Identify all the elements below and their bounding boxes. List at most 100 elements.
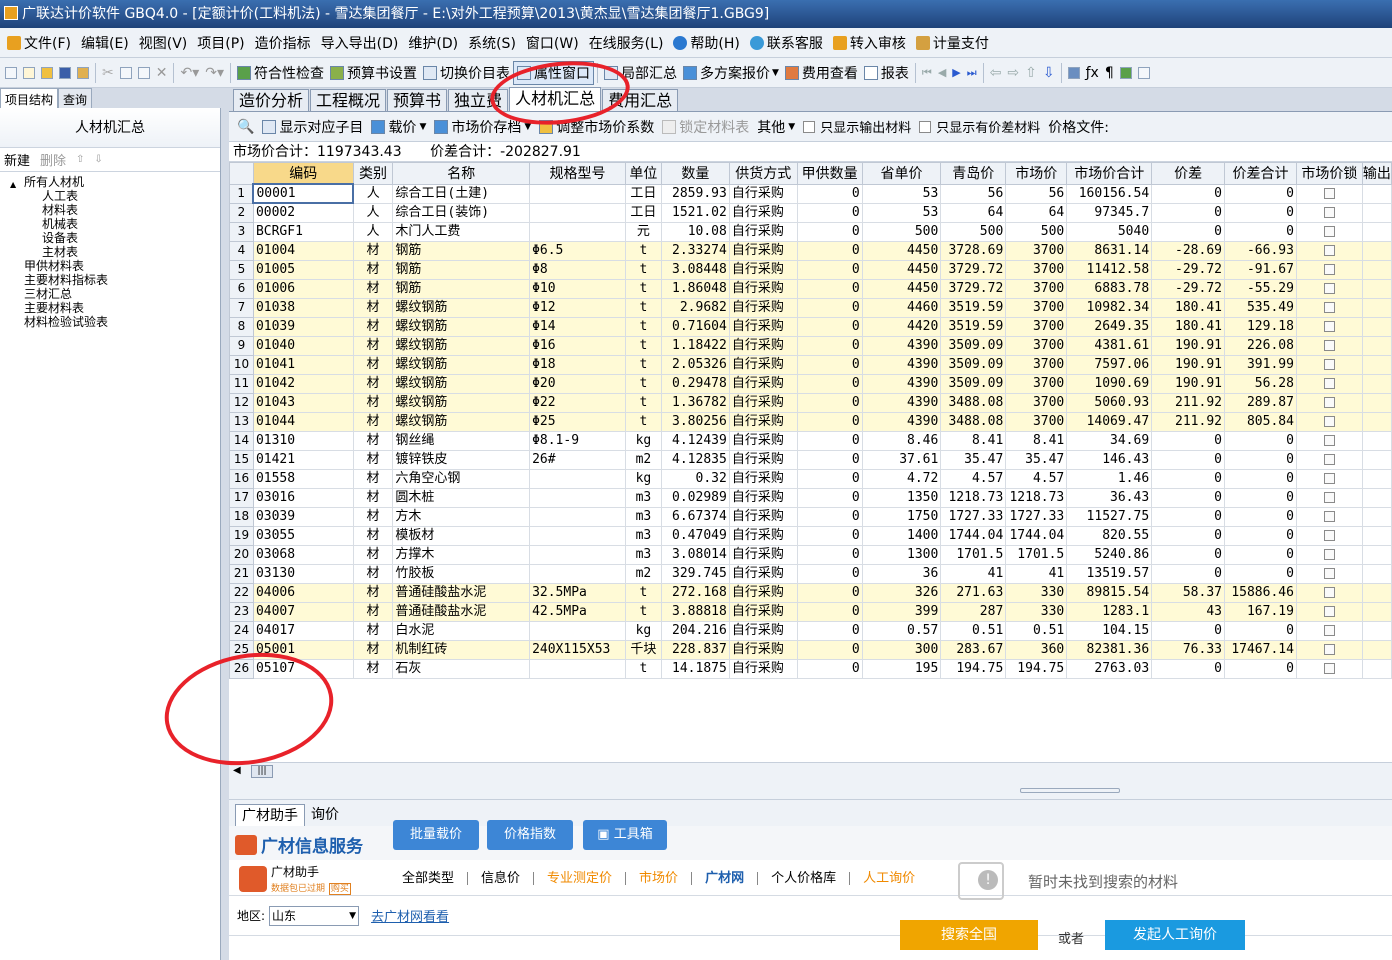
tab-budget-book[interactable]: 预算书 [387, 89, 448, 111]
table-cell[interactable]: 0 [796, 411, 863, 432]
table-cell[interactable]: 1090.69 [1066, 373, 1153, 394]
tree-item-main-material-index[interactable]: 主要材料指标表 [0, 273, 220, 287]
output-cell[interactable] [1361, 354, 1392, 375]
table-cell[interactable]: 15886.46 [1223, 582, 1297, 603]
output-cell[interactable] [1361, 487, 1392, 508]
table-cell[interactable]: 材 [352, 354, 394, 375]
table-cell[interactable]: 326 [861, 582, 942, 603]
table-cell[interactable]: 211.92 [1151, 392, 1225, 413]
table-row[interactable]: 14 01310 材钢丝绳 Φ8.1-9 kg 4.12439 自行采购 0 8.46 8.41 8… [229, 430, 1392, 451]
table-cell[interactable]: 64 [940, 202, 1007, 223]
lock-checkbox[interactable] [1323, 511, 1335, 522]
table-cell[interactable]: 300 [861, 639, 942, 660]
lock-checkbox[interactable] [1323, 302, 1335, 313]
table-cell[interactable]: m2 [624, 563, 662, 584]
table-cell[interactable]: 11412.58 [1066, 259, 1153, 280]
table-cell[interactable]: 2763.03 [1066, 658, 1153, 679]
table-cell[interactable]: 146.43 [1066, 449, 1153, 470]
table-cell[interactable]: 0 [796, 240, 863, 261]
horizontal-scrollbar[interactable]: ◀ ||| [229, 762, 1392, 780]
table-cell[interactable]: 3488.08 [940, 392, 1007, 413]
table-row[interactable]: 22 04006 材普通硅酸盐水泥 32.5MPa t 272.168 自行采购 0 326 27… [229, 582, 1392, 603]
table-cell[interactable] [529, 525, 626, 546]
column-header[interactable]: 单位 [624, 162, 662, 185]
table-cell[interactable]: t [624, 658, 662, 679]
table-cell[interactable]: kg [624, 620, 662, 641]
table-cell[interactable]: 自行采购 [728, 506, 798, 527]
table-cell[interactable]: 272.168 [660, 582, 730, 603]
table-cell[interactable]: 1727.33 [940, 506, 1007, 527]
nav-gcw[interactable]: 广材网 [692, 872, 759, 885]
start-inquiry-button[interactable]: 发起人工询价 [1105, 920, 1245, 950]
table-cell[interactable]: 0.57 [861, 620, 942, 641]
table-cell[interactable]: 材 [352, 411, 394, 432]
table-cell[interactable]: 自行采购 [728, 392, 798, 413]
table-cell[interactable]: 01006 [252, 278, 354, 299]
table-cell[interactable]: -29.72 [1151, 278, 1225, 299]
table-cell[interactable]: 0 [796, 563, 863, 584]
output-cell[interactable] [1361, 221, 1392, 242]
new-project-button[interactable] [20, 61, 38, 85]
table-cell[interactable]: 材 [352, 639, 394, 660]
column-header[interactable]: 市场价合计 [1066, 162, 1153, 185]
table-cell[interactable]: 0 [1223, 563, 1297, 584]
table-cell[interactable]: 自行采购 [728, 658, 798, 679]
table-row[interactable]: 20 03068 材方撑木 m3 3.08014 自行采购 0 1300 1701.5 1701.… [229, 544, 1392, 565]
table-cell[interactable]: -91.67 [1223, 259, 1297, 280]
tree-item-equipment[interactable]: 设备表 [0, 231, 220, 245]
lock-checkbox[interactable] [1323, 568, 1335, 579]
table-cell[interactable]: 4390 [861, 392, 942, 413]
table-cell[interactable]: 0 [1151, 468, 1225, 489]
table-cell[interactable]: 805.84 [1223, 411, 1297, 432]
table-cell[interactable]: 36 [861, 563, 942, 584]
table-cell[interactable]: t [624, 392, 662, 413]
tree-item-three-materials[interactable]: 三材汇总 [0, 287, 220, 301]
tree-item-all-materials[interactable]: ▲ 所有人材机 [0, 175, 220, 189]
tree-item-material[interactable]: 材料表 [0, 203, 220, 217]
lock-checkbox[interactable] [1323, 492, 1335, 503]
table-cell[interactable]: 4390 [861, 373, 942, 394]
table-cell[interactable]: -55.29 [1223, 278, 1297, 299]
tab-material-assistant[interactable]: 广材助手 [235, 804, 305, 826]
table-cell[interactable]: 0 [1223, 525, 1297, 546]
column-header[interactable]: 省单价 [861, 162, 942, 185]
table-cell[interactable]: Φ8.1-9 [529, 430, 626, 451]
table-row[interactable]: 13 01044 材螺纹钢筋 Φ25 t 3.80256 自行采购 0 4390 3488.08 3… [229, 411, 1392, 432]
fee-view-button[interactable]: 费用查看 [782, 61, 861, 85]
lock-checkbox[interactable] [1323, 321, 1335, 332]
table-cell[interactable]: Φ20 [529, 373, 626, 394]
table-cell[interactable]: 自行采购 [728, 183, 798, 204]
table-cell[interactable]: 自行采购 [728, 259, 798, 280]
lock-checkbox[interactable] [1323, 663, 1335, 674]
table-cell[interactable]: 330 [1005, 601, 1068, 622]
column-header[interactable]: 价差合计 [1223, 162, 1297, 185]
table-cell[interactable]: 3700 [1005, 373, 1068, 394]
table-cell[interactable]: m2 [624, 449, 662, 470]
table-cell[interactable]: 500 [861, 221, 942, 242]
compliance-check-button[interactable]: 符合性检查 [234, 61, 327, 85]
output-cell[interactable] [1361, 278, 1392, 299]
table-cell[interactable]: 材 [352, 544, 394, 565]
table-cell[interactable]: 0 [1223, 183, 1297, 204]
table-cell[interactable]: 56 [1005, 183, 1068, 204]
show-sub-items-button[interactable]: 显示对应子目 [258, 117, 367, 137]
table-cell[interactable]: 283.67 [940, 639, 1007, 660]
table-cell[interactable] [529, 183, 626, 204]
table-cell[interactable]: 钢筋 [392, 278, 531, 299]
delete-item-button[interactable]: 删除 [40, 150, 66, 169]
table-cell[interactable]: 钢丝绳 [392, 430, 531, 451]
output-cell[interactable] [1361, 639, 1392, 660]
tab-query[interactable]: 查询 [58, 88, 93, 108]
move-right-button[interactable]: ⇨ [1004, 61, 1022, 85]
table-cell[interactable]: 35.47 [940, 449, 1007, 470]
table-cell[interactable]: 820.55 [1066, 525, 1153, 546]
table-cell[interactable]: Φ12 [529, 297, 626, 318]
panel-splitter[interactable] [229, 780, 1392, 800]
table-cell[interactable]: 0 [796, 449, 863, 470]
report-button[interactable]: 报表 [861, 61, 912, 85]
table-cell[interactable]: 190.91 [1151, 354, 1225, 375]
table-cell[interactable]: 4.57 [1005, 468, 1068, 489]
move-up-icon[interactable]: ⇧ [76, 154, 84, 165]
table-cell[interactable]: 195 [861, 658, 942, 679]
tree-item-main-material[interactable]: 主材表 [0, 245, 220, 259]
